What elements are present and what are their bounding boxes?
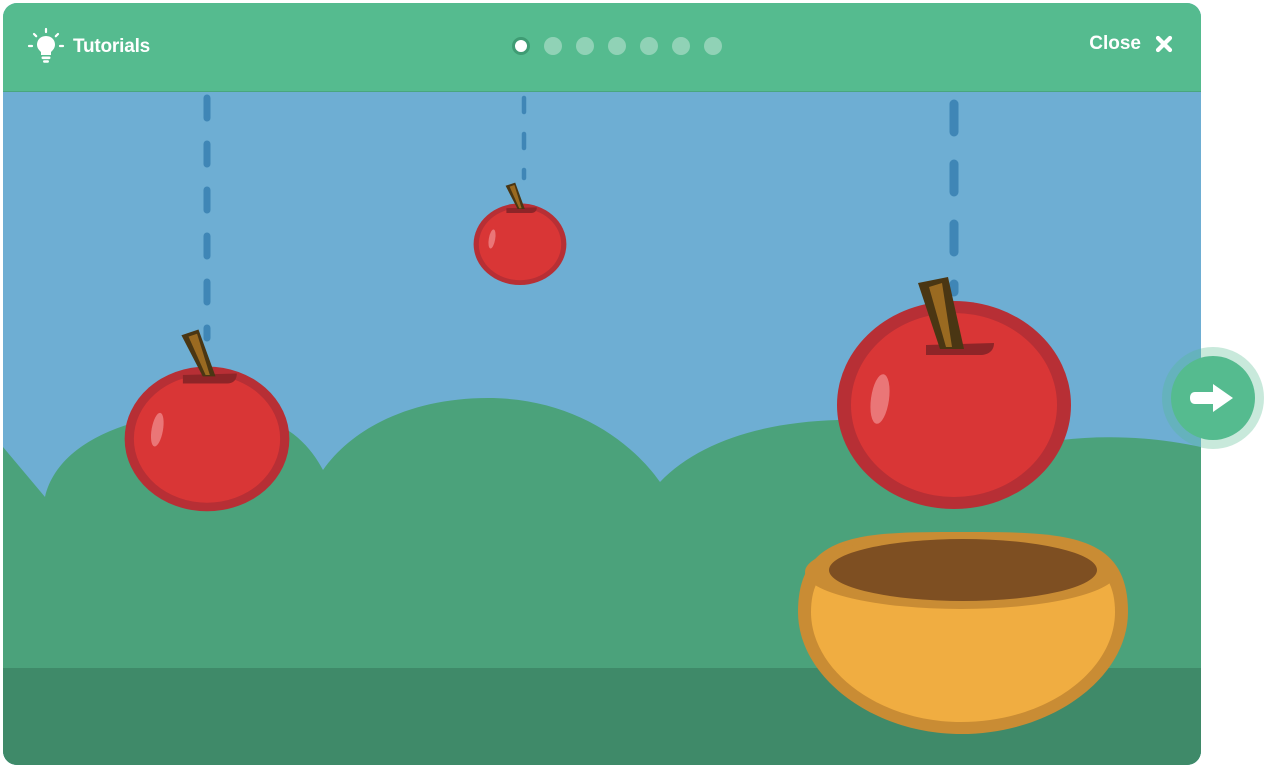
close-label: Close	[1089, 33, 1141, 54]
tutorial-step-pagination	[512, 37, 722, 55]
step-dot-4[interactable]	[608, 37, 626, 55]
tutorial-illustration	[3, 92, 1201, 765]
tutorials-heading: Tutorials	[27, 27, 150, 67]
next-step-button[interactable]	[1162, 347, 1264, 449]
step-dot-1[interactable]	[512, 37, 530, 55]
step-dot-6[interactable]	[672, 37, 690, 55]
tutorial-header: Tutorials Close	[3, 3, 1201, 92]
step-dot-5[interactable]	[640, 37, 658, 55]
next-step-button-face	[1171, 356, 1255, 440]
step-dot-3[interactable]	[576, 37, 594, 55]
step-dot-2[interactable]	[544, 37, 562, 55]
close-icon	[1155, 35, 1173, 53]
step-dot-7[interactable]	[704, 37, 722, 55]
tutorial-modal: Tutorials Close	[3, 3, 1201, 765]
arrow-right-icon	[1190, 384, 1233, 412]
tutorials-title: Tutorials	[73, 36, 151, 57]
lightbulb-icon	[27, 27, 65, 63]
close-button[interactable]: Close	[1089, 33, 1173, 55]
